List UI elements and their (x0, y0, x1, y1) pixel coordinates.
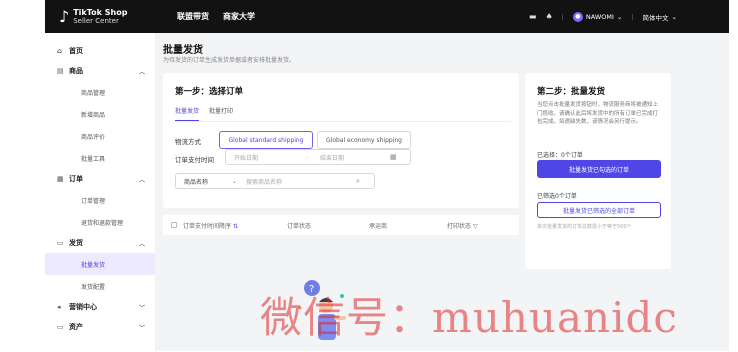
col-pay-time[interactable]: 订单支付时间降序 ⇅ (183, 221, 238, 230)
sidebar-item-returns[interactable]: 退货和退款管理 (45, 211, 155, 233)
product-field-select[interactable]: 商品名称 (184, 177, 232, 186)
tab-divider (175, 121, 511, 122)
sidebar-item-bulk-tools[interactable]: 批量工具 (45, 147, 155, 169)
sidebar-item-shipping-config[interactable]: 发货配置 (45, 275, 155, 297)
truck-icon: ▭ (57, 239, 64, 247)
date-separator: - (306, 153, 309, 161)
tab-bulk-print[interactable]: 批量打印 (209, 106, 233, 121)
nav-university[interactable]: 商家大学 (223, 11, 255, 22)
sidebar-item-product-reviews[interactable]: 商品评价 (45, 125, 155, 147)
watermark-text: 微信号：muhuanidc (260, 293, 678, 342)
step2-card: 第二步：批量发货 当您点击批量发货按钮时，物流服务商将被通知上门揽收。请确认此后… (525, 73, 671, 269)
step1-tabs: 批量发货 批量打印 (175, 106, 233, 121)
option-standard-shipping[interactable]: Global standard shipping (219, 131, 313, 149)
col-carrier: 承运商 (369, 222, 388, 230)
user-name: NAWOMI (585, 12, 614, 21)
divider: | (561, 12, 564, 21)
top-nav: 联盟带货 商家大学 (177, 11, 255, 22)
sidebar-item-label: 营销中心 (69, 303, 97, 311)
selected-count: 已选择：0个订单 (537, 152, 583, 159)
logo-subtitle: Seller Center (73, 16, 119, 25)
sidebar-group-shipping[interactable]: ▭ 发货 ︿ (45, 233, 155, 253)
chevron-down-icon: ⌄ (671, 12, 677, 21)
sidebar-item-label: 发货 (69, 239, 83, 247)
home-icon: ⌂ (57, 47, 63, 55)
col-label: 订单支付时间降序 (183, 222, 232, 230)
chevron-down-icon: ⌄ (616, 12, 623, 21)
wallet-icon: ▭ (57, 323, 64, 331)
tiktok-note-icon: ♪ (59, 6, 70, 26)
sidebar-item-product-manage[interactable]: 商品管理 (45, 81, 155, 103)
col-print-status[interactable]: 打印状态 ▽ (447, 221, 478, 230)
select-all-checkbox[interactable] (171, 222, 177, 228)
divider: | (631, 12, 634, 21)
step1-title: 第一步：选择订单 (175, 87, 244, 97)
sidebar-group-products[interactable]: ▤ 商品 ︿ (45, 61, 155, 81)
box-icon: ▤ (57, 67, 64, 75)
chevron-down-icon: ﹀ (138, 304, 145, 312)
date-range-picker[interactable]: 开始日期 - 结束日期 ▦ (225, 149, 411, 165)
message-icon[interactable]: ▬ (529, 12, 537, 21)
col-order-status: 订单状态 (287, 222, 312, 230)
page-subtitle: 为待发货的订单生成发货单据或者安排批量发货。 (163, 57, 296, 64)
sidebar-item-add-product[interactable]: 新增商品 (45, 103, 155, 125)
bulk-limit-note: 单次批量发货的订单总数需小于等于500个 (537, 224, 632, 230)
sidebar-item-home[interactable]: ⌂ 首页 (45, 41, 155, 61)
sidebar-group-assets[interactable]: ▭ 资产 ﹀ (45, 317, 155, 337)
chevron-up-icon: ︿ (138, 176, 145, 184)
sort-icon: ⇅ (232, 222, 238, 230)
sidebar-item-label: 资产 (69, 323, 83, 331)
step2-description: 当您点击批量发货按钮时，物流服务商将被通知上门揽收。请确认此后将发货中的所有订单… (537, 102, 659, 125)
page-title: 批量发货 (163, 45, 203, 56)
avatar: ● (572, 11, 583, 22)
option-economy-shipping[interactable]: Global economy shipping (317, 131, 411, 149)
chevron-down-icon: ⌄ (232, 177, 238, 185)
language-label: 简体中文 (642, 13, 669, 22)
col-label: 打印状态 (447, 222, 472, 230)
sidebar-item-label: 商品 (69, 67, 83, 75)
pay-time-label: 订单支付时间 (175, 156, 214, 164)
tab-bulk-ship[interactable]: 批量发货 (175, 106, 200, 121)
sidebar-group-orders[interactable]: ▦ 订单 ︿ (45, 169, 155, 189)
user-menu[interactable]: ● NAWOMI ⌄ (572, 11, 623, 22)
orders-table-header: 订单支付时间降序 ⇅ 订单状态 承运商 打印状态 ▽ (163, 215, 519, 235)
shipping-method-label: 物流方式 (175, 138, 201, 146)
ship-filtered-button[interactable]: 批量发货已筛选的全部订单 (537, 202, 661, 218)
sidebar-item-order-manage[interactable]: 订单管理 (45, 189, 155, 211)
sidebar-item-label: 首页 (69, 47, 83, 55)
start-date-input[interactable]: 开始日期 (234, 153, 306, 162)
chevron-down-icon: ﹀ (138, 324, 145, 332)
ship-selected-button[interactable]: 批量发货已勾选的订单 (537, 160, 661, 178)
sidebar: ⌂ 首页 ▤ 商品 ︿ 商品管理 新增商品 商品评价 批量工具 ▦ 订单 ︿ 订… (45, 33, 155, 351)
filtered-count: 已筛选0个订单 (537, 193, 577, 200)
megaphone-icon: ◂ (57, 303, 61, 311)
sidebar-item-label: 订单 (69, 175, 83, 183)
calendar-icon: ▦ (390, 153, 397, 161)
filter-icon: ▽ (472, 222, 478, 230)
order-icon: ▦ (57, 175, 64, 183)
bell-icon[interactable]: ♠ (545, 12, 552, 21)
product-search[interactable]: 商品名称 ⌄ 搜索商品名称 ⌕ (175, 173, 375, 189)
chevron-up-icon: ︿ (138, 68, 145, 76)
step2-title: 第二步：批量发货 (537, 87, 606, 97)
tiktok-shop-logo[interactable]: ♪ TikTok Shop Seller Center (59, 6, 177, 26)
top-bar: ♪ TikTok Shop Seller Center 联盟带货 商家大学 ▬ … (45, 0, 729, 33)
search-icon[interactable]: ⌕ (356, 177, 360, 186)
language-selector[interactable]: 简体中文 ⌄ (643, 12, 677, 22)
logo-title: TikTok Shop (73, 7, 128, 17)
chevron-up-icon: ︿ (138, 240, 145, 248)
nav-affiliate[interactable]: 联盟带货 (177, 11, 209, 22)
step1-card: 第一步：选择订单 批量发货 批量打印 物流方式 Global standard … (163, 73, 519, 208)
sidebar-group-marketing[interactable]: ◂ 营销中心 ﹀ (45, 297, 155, 317)
search-input[interactable]: 搜索商品名称 (246, 177, 356, 186)
sidebar-item-bulk-shipping[interactable]: 批量发货 (45, 253, 155, 275)
end-date-input[interactable]: 结束日期 (320, 153, 390, 162)
top-right-tools: ▬ ♠ | ● NAWOMI ⌄ | 简体中文 ⌄ (529, 0, 677, 33)
